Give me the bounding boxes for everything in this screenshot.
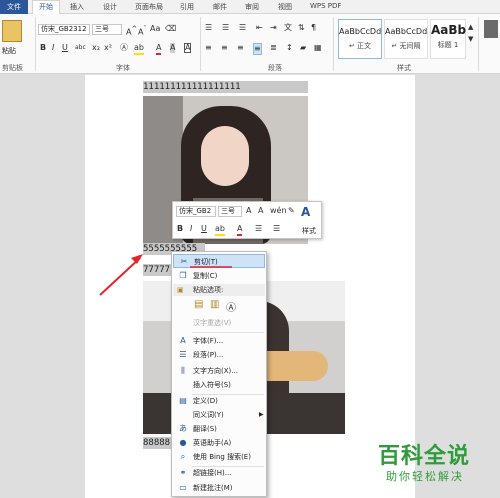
annotation-arrow-line bbox=[99, 257, 141, 296]
annotation-overlay bbox=[99, 254, 232, 296]
watermark-subtitle: 助你轻松解决 bbox=[386, 470, 464, 483]
annotation-arrowhead bbox=[131, 254, 143, 264]
watermark-title: 百科全说 bbox=[378, 444, 471, 469]
